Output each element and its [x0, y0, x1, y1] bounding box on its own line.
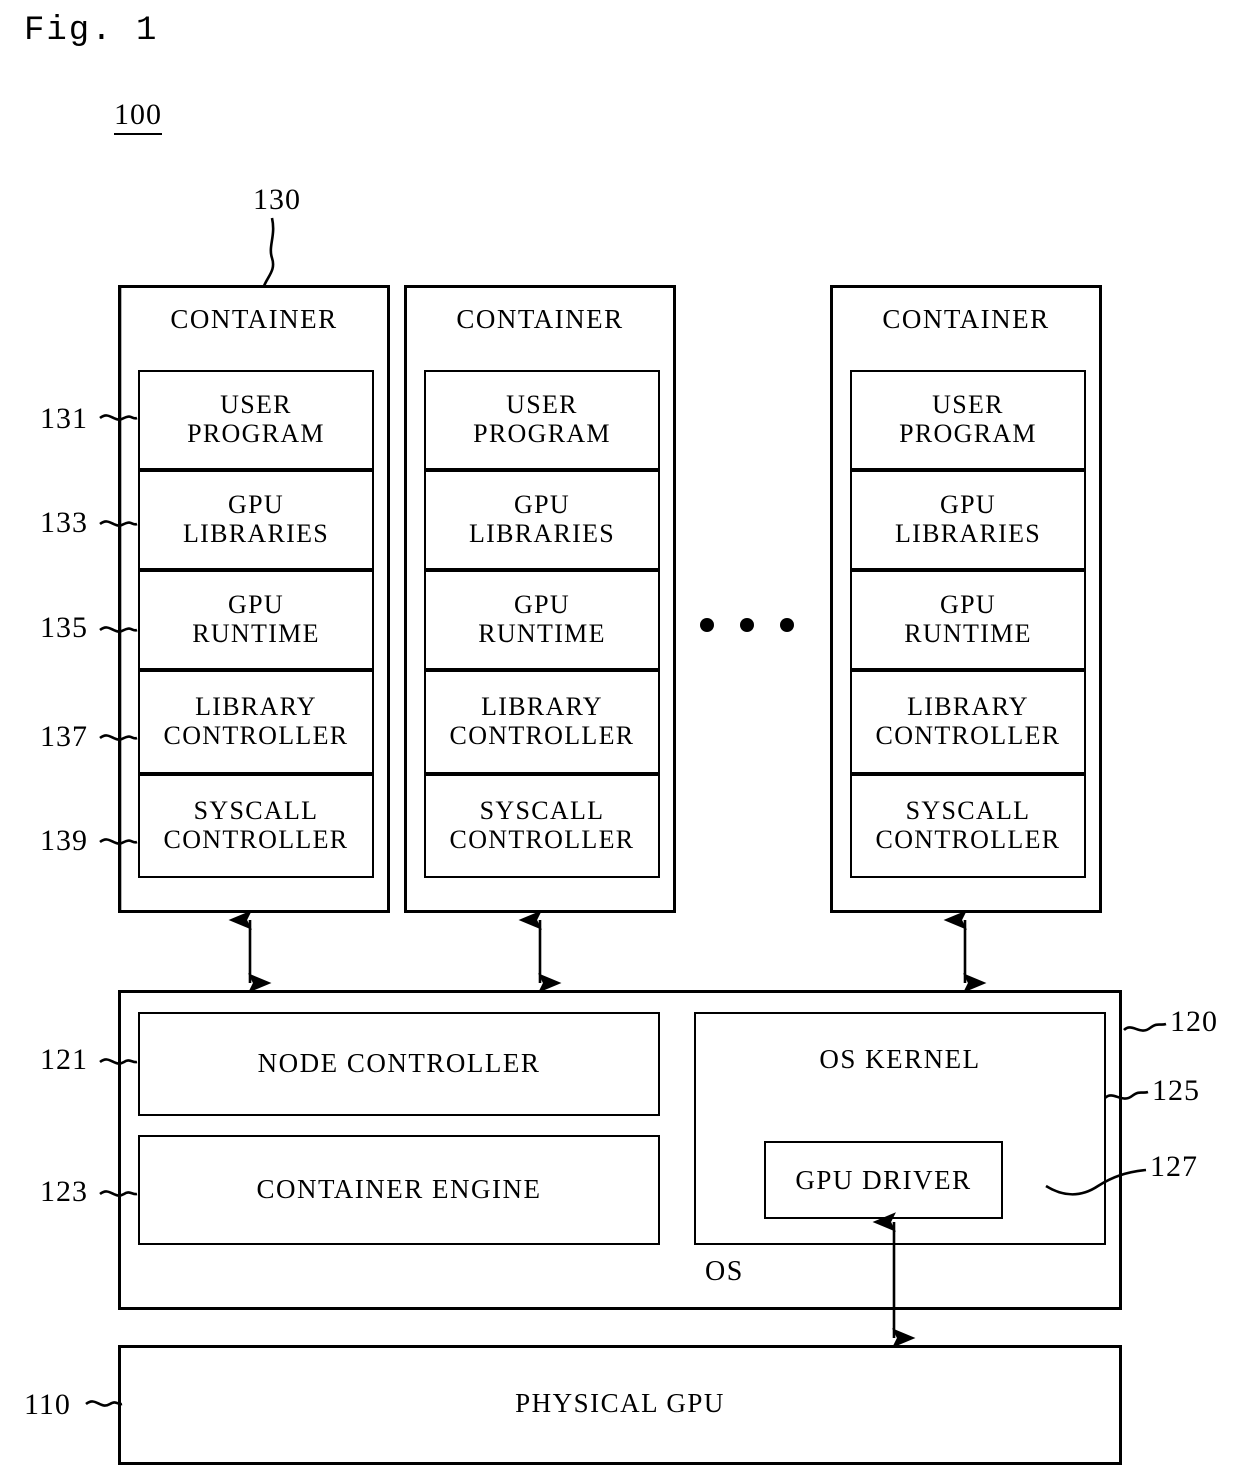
container-title-1: CONTAINER — [170, 304, 338, 334]
container-box-2: CONTAINER USER PROGRAM GPU LIBRARIES GPU… — [404, 285, 676, 913]
node-controller-box: NODE CONTROLLER — [138, 1012, 660, 1116]
figure-page: Fig. 1 100 CONTAINER USER PROGRAM GPU LI… — [0, 0, 1240, 1471]
container-2-layer-gpu-runtime: GPU RUNTIME — [424, 570, 660, 670]
refnum-130: 130 — [253, 183, 301, 216]
refnum-120: 120 — [1170, 1005, 1218, 1038]
ellipsis-icon — [700, 618, 794, 632]
layer-label: LIBRARY CONTROLLER — [163, 692, 349, 750]
ellipsis-dot — [700, 618, 714, 632]
refnum-127: 127 — [1150, 1150, 1198, 1183]
physical-gpu-label: PHYSICAL GPU — [515, 1388, 725, 1418]
container-1-layer-library-controller: LIBRARY CONTROLLER — [138, 670, 374, 774]
layer-label: LIBRARY CONTROLLER — [449, 692, 635, 750]
layer-label: SYSCALL CONTROLLER — [449, 796, 635, 854]
physical-gpu-box: PHYSICAL GPU — [118, 1345, 1122, 1465]
container-3-layer-gpu-libraries: GPU LIBRARIES — [850, 470, 1086, 570]
os-word-label: OS — [705, 1256, 744, 1287]
refnum-135: 135 — [40, 611, 88, 644]
container-box-3: CONTAINER USER PROGRAM GPU LIBRARIES GPU… — [830, 285, 1102, 913]
refnum-139: 139 — [40, 824, 88, 857]
container-1-layer-user-program: USER PROGRAM — [138, 370, 374, 470]
refnum-131: 131 — [40, 402, 88, 435]
layer-label: GPU LIBRARIES — [894, 490, 1042, 548]
refnum-123: 123 — [40, 1175, 88, 1208]
system-reference-100: 100 — [114, 100, 162, 135]
layer-label: LIBRARY CONTROLLER — [875, 692, 1061, 750]
layer-label: USER PROGRAM — [473, 390, 611, 448]
layer-label: GPU RUNTIME — [478, 590, 606, 648]
container-engine-label: CONTAINER ENGINE — [256, 1174, 542, 1204]
gpu-driver-label: GPU DRIVER — [795, 1165, 972, 1195]
layer-label: SYSCALL CONTROLLER — [163, 796, 349, 854]
layer-label: USER PROGRAM — [187, 390, 325, 448]
refnum-121: 121 — [40, 1043, 88, 1076]
os-kernel-label: OS KERNEL — [819, 1044, 981, 1074]
layer-label: USER PROGRAM — [899, 390, 1037, 448]
layer-label: SYSCALL CONTROLLER — [875, 796, 1061, 854]
ellipsis-dot — [740, 618, 754, 632]
gpu-driver-box: GPU DRIVER — [764, 1141, 1003, 1219]
container-engine-box: CONTAINER ENGINE — [138, 1135, 660, 1245]
container-box-1: CONTAINER USER PROGRAM GPU LIBRARIES GPU… — [118, 285, 390, 913]
os-box: NODE CONTROLLER CONTAINER ENGINE OS KERN… — [118, 990, 1122, 1310]
layer-label: GPU LIBRARIES — [468, 490, 616, 548]
node-controller-label: NODE CONTROLLER — [257, 1048, 541, 1078]
container-title-3: CONTAINER — [882, 304, 1050, 334]
os-kernel-box: OS KERNEL GPU DRIVER — [694, 1012, 1106, 1245]
figure-caption: Fig. 1 — [24, 12, 159, 50]
refnum-125: 125 — [1152, 1074, 1200, 1107]
layer-label: GPU LIBRARIES — [182, 490, 330, 548]
container-2-layer-gpu-libraries: GPU LIBRARIES — [424, 470, 660, 570]
container-2-layer-library-controller: LIBRARY CONTROLLER — [424, 670, 660, 774]
refnum-137: 137 — [40, 720, 88, 753]
refnum-133: 133 — [40, 506, 88, 539]
container-1-layer-syscall-controller: SYSCALL CONTROLLER — [138, 774, 374, 878]
ellipsis-dot — [780, 618, 794, 632]
layer-label: GPU RUNTIME — [904, 590, 1032, 648]
container-1-layer-gpu-libraries: GPU LIBRARIES — [138, 470, 374, 570]
container-3-layer-user-program: USER PROGRAM — [850, 370, 1086, 470]
container-3-layer-gpu-runtime: GPU RUNTIME — [850, 570, 1086, 670]
container-3-layer-library-controller: LIBRARY CONTROLLER — [850, 670, 1086, 774]
container-2-layer-user-program: USER PROGRAM — [424, 370, 660, 470]
container-1-layer-gpu-runtime: GPU RUNTIME — [138, 570, 374, 670]
container-title-2: CONTAINER — [456, 304, 624, 334]
layer-label: GPU RUNTIME — [192, 590, 320, 648]
refnum-110: 110 — [24, 1388, 71, 1421]
container-3-layer-syscall-controller: SYSCALL CONTROLLER — [850, 774, 1086, 878]
container-2-layer-syscall-controller: SYSCALL CONTROLLER — [424, 774, 660, 878]
